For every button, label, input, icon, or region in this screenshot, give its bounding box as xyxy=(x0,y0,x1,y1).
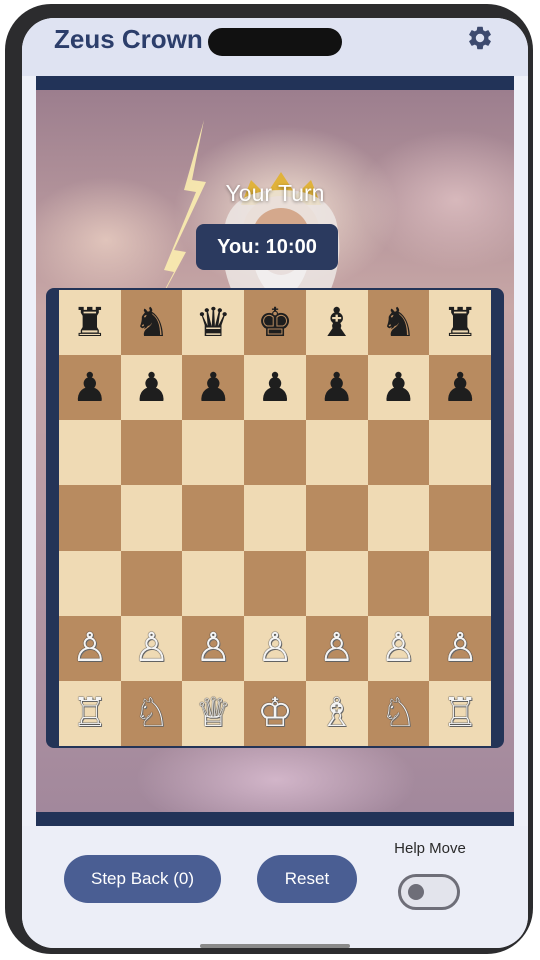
chess-piece[interactable]: ♟ xyxy=(72,368,108,408)
board-square[interactable]: ♟ xyxy=(305,355,368,421)
chess-piece[interactable]: ♟ xyxy=(134,368,170,408)
board-square[interactable]: ♟ xyxy=(244,355,306,421)
camera-notch xyxy=(208,28,342,56)
chess-piece[interactable]: ♟ xyxy=(195,368,231,408)
board-square[interactable]: ♘ xyxy=(120,680,183,746)
chess-piece[interactable]: ♛ xyxy=(195,303,231,343)
help-move-label: Help Move xyxy=(394,840,466,857)
gear-icon[interactable] xyxy=(466,24,494,52)
board-square[interactable]: ♜ xyxy=(59,290,121,356)
board-square[interactable]: ♙ xyxy=(305,615,368,681)
board-square[interactable]: ♖ xyxy=(59,680,121,746)
board-square[interactable]: ♙ xyxy=(429,615,491,681)
step-back-button[interactable]: Step Back (0) xyxy=(64,855,221,903)
chess-piece[interactable]: ♔ xyxy=(257,693,293,733)
chess-piece[interactable]: ♜ xyxy=(442,303,478,343)
chess-piece[interactable]: ♟ xyxy=(257,368,293,408)
board-square[interactable] xyxy=(120,550,183,616)
board-square[interactable]: ♕ xyxy=(182,680,245,746)
chess-piece[interactable]: ♕ xyxy=(195,693,231,733)
board-square[interactable]: ♟ xyxy=(59,355,121,421)
chess-piece[interactable]: ♙ xyxy=(442,628,478,668)
board-square[interactable] xyxy=(182,485,245,551)
chess-piece[interactable]: ♜ xyxy=(72,303,108,343)
board-square[interactable]: ♔ xyxy=(244,680,306,746)
board-square[interactable]: ♖ xyxy=(429,680,491,746)
board-square[interactable] xyxy=(59,550,121,616)
board-square[interactable] xyxy=(429,550,491,616)
chess-piece[interactable]: ♗ xyxy=(319,693,355,733)
board-square[interactable]: ♜ xyxy=(429,290,491,356)
chess-piece[interactable]: ♟ xyxy=(442,368,478,408)
chess-piece[interactable]: ♖ xyxy=(72,693,108,733)
help-move-toggle[interactable] xyxy=(398,874,460,910)
chess-piece[interactable]: ♚ xyxy=(257,303,293,343)
chess-piece[interactable]: ♘ xyxy=(380,693,416,733)
board-square[interactable] xyxy=(367,550,430,616)
chess-piece[interactable]: ♙ xyxy=(257,628,293,668)
board-square[interactable]: ♟ xyxy=(429,355,491,421)
chess-board[interactable]: ♜ ♞ ♛ ♚ ♝ ♞ ♜ ♟ ♟ ♟ ♟ ♟ ♟ ♟ ♙ ♙ ♙ ♙ ♙ ♙ ♙ ♖ ♘ ♕ ♔ ♗ ♘ ♖ xyxy=(59,290,491,746)
board-square[interactable]: ♝ xyxy=(305,290,368,356)
board-square[interactable]: ♞ xyxy=(120,290,183,356)
board-square[interactable] xyxy=(429,420,491,486)
board-square[interactable]: ♚ xyxy=(244,290,306,356)
board-square[interactable]: ♙ xyxy=(182,615,245,681)
chess-piece[interactable]: ♖ xyxy=(442,693,478,733)
chess-piece[interactable]: ♞ xyxy=(134,303,170,343)
chess-piece[interactable]: ♘ xyxy=(134,693,170,733)
board-square[interactable] xyxy=(182,420,245,486)
board-square[interactable]: ♙ xyxy=(244,615,306,681)
board-square[interactable] xyxy=(367,420,430,486)
chess-piece[interactable]: ♟ xyxy=(319,368,355,408)
board-square[interactable]: ♛ xyxy=(182,290,245,356)
control-bar: Step Back (0) Reset Help Move xyxy=(22,826,528,948)
phone-frame: Zeus Crown Ch Your Turn You: 10:00 ♜ ♞ ♛… xyxy=(5,4,533,954)
board-square[interactable] xyxy=(120,485,183,551)
chess-piece[interactable]: ♙ xyxy=(134,628,170,668)
home-indicator xyxy=(200,944,350,948)
board-square[interactable]: ♘ xyxy=(367,680,430,746)
board-square[interactable] xyxy=(429,485,491,551)
toggle-knob xyxy=(408,884,424,900)
chess-piece[interactable]: ♟ xyxy=(380,368,416,408)
board-square[interactable]: ♗ xyxy=(305,680,368,746)
chess-piece[interactable]: ♙ xyxy=(319,628,355,668)
turn-indicator: Your Turn xyxy=(225,180,325,206)
board-square[interactable]: ♙ xyxy=(367,615,430,681)
game-area: Your Turn You: 10:00 ♜ ♞ ♛ ♚ ♝ ♞ ♜ ♟ ♟ ♟ ♟ ♟ ♟ ♟ ♙ ♙ ♙ ♙ ♙… xyxy=(36,76,514,826)
board-square[interactable] xyxy=(59,420,121,486)
reset-button[interactable]: Reset xyxy=(257,855,357,903)
board-square[interactable] xyxy=(305,420,368,486)
chess-piece[interactable]: ♙ xyxy=(72,628,108,668)
board-square[interactable] xyxy=(59,485,121,551)
board-square[interactable]: ♞ xyxy=(367,290,430,356)
chess-piece[interactable]: ♙ xyxy=(195,628,231,668)
board-square[interactable] xyxy=(305,550,368,616)
board-square[interactable] xyxy=(305,485,368,551)
board-square[interactable] xyxy=(367,485,430,551)
app-screen: Zeus Crown Ch Your Turn You: 10:00 ♜ ♞ ♛… xyxy=(22,18,528,948)
board-square[interactable]: ♟ xyxy=(367,355,430,421)
chess-piece[interactable]: ♞ xyxy=(380,303,416,343)
board-square[interactable] xyxy=(244,550,306,616)
board-square[interactable] xyxy=(244,485,306,551)
board-square[interactable]: ♙ xyxy=(59,615,121,681)
board-square[interactable] xyxy=(182,550,245,616)
board-square[interactable]: ♟ xyxy=(120,355,183,421)
board-square[interactable]: ♙ xyxy=(120,615,183,681)
board-square[interactable] xyxy=(244,420,306,486)
chess-piece[interactable]: ♝ xyxy=(319,303,355,343)
board-square[interactable]: ♟ xyxy=(182,355,245,421)
chess-piece[interactable]: ♙ xyxy=(380,628,416,668)
board-square[interactable] xyxy=(120,420,183,486)
player-timer: You: 10:00 xyxy=(196,224,338,270)
